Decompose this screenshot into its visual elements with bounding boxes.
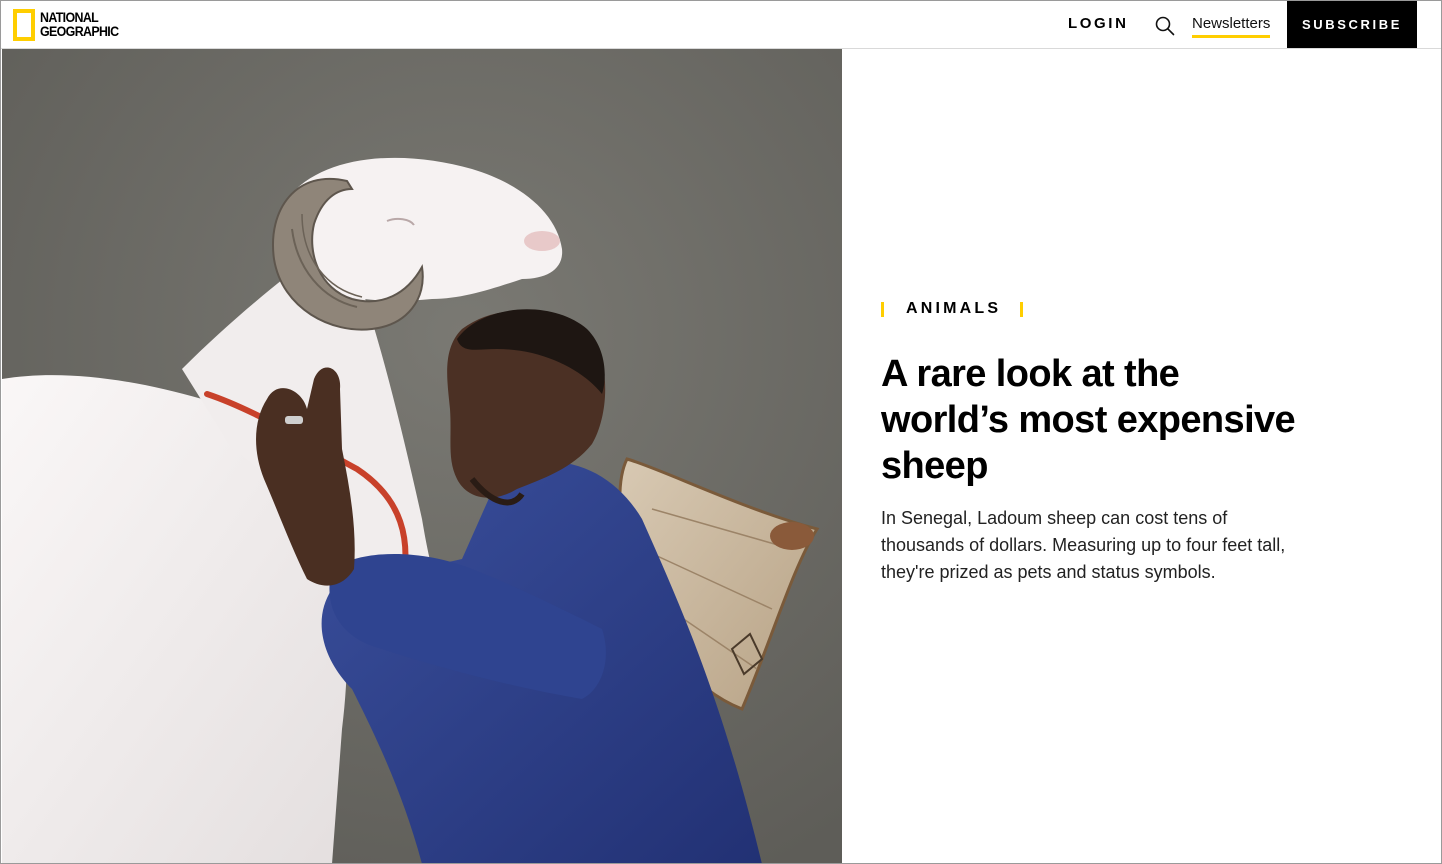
category-right-bar bbox=[1020, 301, 1024, 317]
logo-line-1: NATIONAL bbox=[40, 10, 99, 25]
article-headline[interactable]: A rare look at the world’s most expensiv… bbox=[881, 351, 1301, 489]
category-label: ANIMALS bbox=[906, 300, 1002, 317]
logo-wordmark: NATIONAL GEOGRAPHIC bbox=[40, 10, 119, 39]
site-header: NATIONAL GEOGRAPHIC LOGIN Newsletters SU… bbox=[1, 1, 1441, 49]
subscribe-button[interactable]: SUBSCRIBE bbox=[1287, 1, 1417, 48]
logo-yellow-border-icon bbox=[13, 9, 35, 41]
natgeo-logo[interactable]: NATIONAL GEOGRAPHIC bbox=[13, 9, 125, 41]
category-link[interactable]: ANIMALS bbox=[881, 300, 1024, 318]
man-with-white-ram-photo bbox=[2, 49, 842, 863]
article-dek: In Senegal, Ladoum sheep can cost tens o… bbox=[881, 508, 1286, 582]
hero-image[interactable] bbox=[2, 49, 842, 863]
search-icon[interactable] bbox=[1154, 15, 1176, 37]
page: NATIONAL GEOGRAPHIC LOGIN Newsletters SU… bbox=[0, 0, 1442, 864]
category-left-bar bbox=[881, 301, 884, 317]
newsletters-link[interactable]: Newsletters bbox=[1192, 15, 1271, 38]
login-link[interactable]: LOGIN bbox=[1068, 15, 1129, 32]
logo-line-2: GEOGRAPHIC bbox=[40, 24, 119, 39]
